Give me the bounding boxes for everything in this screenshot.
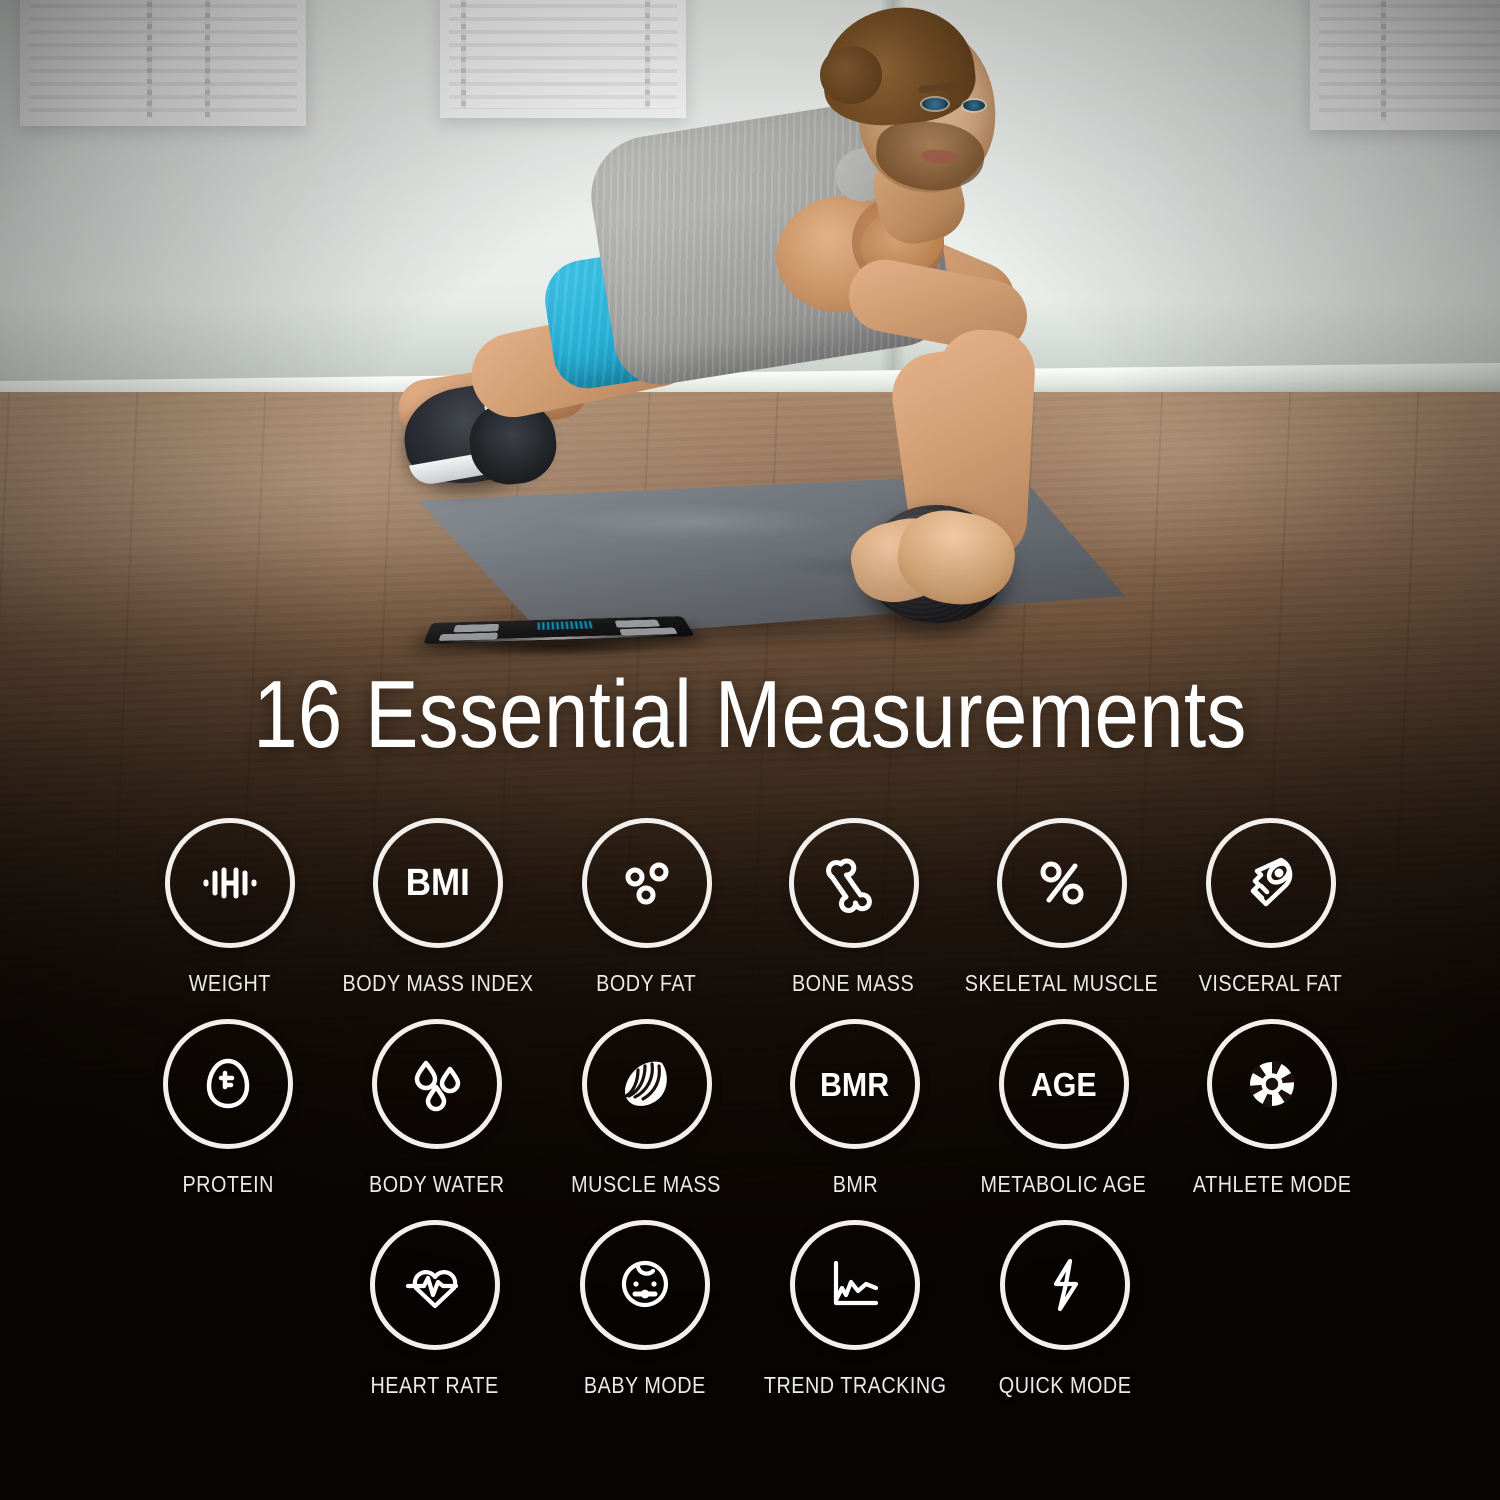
lightning-bolt-icon	[1000, 1220, 1130, 1350]
feature-label: BODY FAT	[596, 970, 697, 996]
age-abbrev: AGE	[1030, 1065, 1097, 1103]
feature-content: 16 Essential Measurements WEIGHT BMI BOD…	[0, 0, 1500, 1500]
feature-protein[interactable]: PROTEIN	[125, 1019, 332, 1198]
feature-weight[interactable]: WEIGHT	[126, 818, 333, 997]
measurement-row: HEART RATE BABY MODE TREND TRACKING QUIC…	[0, 1220, 1500, 1399]
feature-label: METABOLIC AGE	[980, 1171, 1147, 1197]
feature-label: BODY MASS INDEX	[342, 970, 534, 996]
baby-face-icon	[580, 1220, 710, 1350]
measurements-grid: WEIGHT BMI BODY MASS INDEX BODY FAT BONE…	[0, 818, 1500, 1411]
feature-skeletal-muscle[interactable]: SKELETAL MUSCLE	[957, 818, 1167, 997]
feature-body-mass-index[interactable]: BMI BODY MASS INDEX	[333, 818, 543, 997]
feature-bmr[interactable]: BMR BMR	[752, 1019, 959, 1198]
feature-label: BODY WATER	[368, 1171, 505, 1197]
bmr-abbrev: BMR	[820, 1065, 890, 1103]
feature-label: QUICK MODE	[998, 1372, 1132, 1398]
muscle-fiber-icon	[581, 1019, 712, 1149]
feature-label: ATHLETE MODE	[1192, 1171, 1352, 1197]
feature-muscle-mass[interactable]: MUSCLE MASS	[542, 1019, 752, 1198]
feature-label: TREND TRACKING	[763, 1372, 947, 1398]
line-chart-icon	[790, 1220, 920, 1350]
feature-label: WEIGHT	[188, 970, 271, 996]
feature-label: VISCERAL FAT	[1198, 970, 1343, 996]
feature-label: HEART RATE	[370, 1372, 500, 1398]
feature-label: BMR	[832, 1171, 878, 1197]
feature-label: MUSCLE MASS	[571, 1171, 722, 1197]
feature-athlete-mode[interactable]: ATHLETE MODE	[1169, 1019, 1376, 1198]
wheel-rosette-icon	[1207, 1019, 1337, 1149]
bmi-text-icon: BMI	[373, 818, 503, 948]
bone-icon	[788, 818, 919, 948]
feature-label: PROTEIN	[182, 1171, 274, 1197]
feature-bone-mass[interactable]: BONE MASS	[750, 818, 957, 997]
measurement-row: PROTEIN BODY WATER MUSCLE MASS BMR BMR A…	[0, 1019, 1500, 1198]
feature-visceral-fat[interactable]: VISCERAL FAT	[1167, 818, 1374, 997]
bmr-text-icon: BMR	[790, 1019, 920, 1149]
age-text-icon: AGE	[998, 1019, 1129, 1149]
feature-body-water[interactable]: BODY WATER	[332, 1019, 542, 1198]
measurement-row: WEIGHT BMI BODY MASS INDEX BODY FAT BONE…	[0, 818, 1500, 997]
dumbbell-icon	[164, 818, 295, 948]
bmi-abbrev: BMI	[405, 862, 471, 904]
promo-banner: 16 Essential Measurements WEIGHT BMI BOD…	[0, 0, 1500, 1500]
feature-body-fat[interactable]: BODY FAT	[543, 818, 750, 997]
page-title: 16 Essential Measurements	[253, 661, 1247, 768]
feature-quick-mode[interactable]: QUICK MODE	[960, 1220, 1170, 1399]
fat-cells-icon	[581, 818, 712, 948]
feature-metabolic-age[interactable]: AGE METABOLIC AGE	[959, 1019, 1169, 1198]
feature-label: BABY MODE	[584, 1372, 706, 1398]
water-drops-icon	[371, 1019, 502, 1149]
feature-baby-mode[interactable]: BABY MODE	[540, 1220, 750, 1399]
egg-icon	[163, 1019, 293, 1149]
feature-heart-rate[interactable]: HEART RATE	[330, 1220, 540, 1399]
tape-measure-icon	[1205, 818, 1336, 948]
feature-label: SKELETAL MUSCLE	[965, 970, 1159, 996]
heart-pulse-icon	[370, 1220, 500, 1350]
percent-icon	[997, 818, 1127, 948]
feature-label: BONE MASS	[792, 970, 915, 996]
feature-trend-tracking[interactable]: TREND TRACKING	[750, 1220, 960, 1399]
